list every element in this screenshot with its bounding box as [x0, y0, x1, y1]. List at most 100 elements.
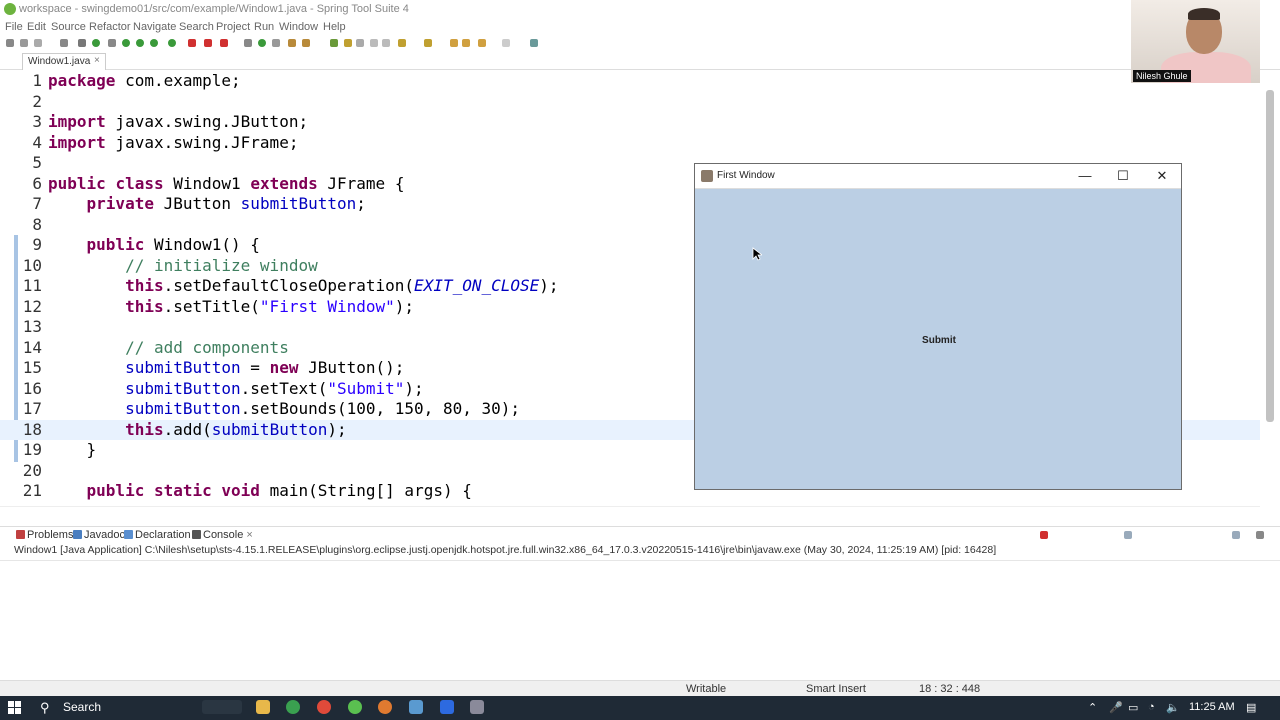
microphone-icon[interactable]: 🎤 [1109, 701, 1123, 714]
display-console-icon[interactable] [1232, 531, 1240, 539]
line-number: 1 [32, 71, 42, 90]
line-number: 2 [32, 91, 42, 111]
console-output[interactable] [0, 560, 1280, 679]
code-text: submitButton.setBounds(100, 150, 80, 30)… [125, 399, 521, 418]
line-number: 19 [22, 440, 42, 459]
relaunch-icon[interactable] [122, 39, 130, 47]
code-line[interactable]: 1 package com.example; [0, 71, 1260, 91]
tab-declaration[interactable]: Declaration [124, 529, 191, 541]
terminate-icon[interactable] [220, 39, 228, 47]
menu-help[interactable]: Help [323, 21, 346, 33]
print-icon[interactable] [60, 39, 68, 47]
clock[interactable]: 11:25 AM [1189, 701, 1235, 713]
coverage-icon[interactable] [168, 39, 176, 47]
code-line[interactable]: 3 import javax.swing.JButton; [0, 112, 1260, 132]
volume-icon[interactable]: 🔈 [1166, 701, 1180, 714]
tab-console[interactable]: Console × [192, 529, 253, 541]
line-number: 8 [32, 214, 42, 234]
widget-icon[interactable] [202, 700, 242, 714]
wifi-icon[interactable]: ◔ [1148, 701, 1155, 713]
console-icon [192, 530, 201, 539]
new-icon[interactable] [6, 39, 14, 47]
prev-annotation-icon[interactable] [424, 39, 432, 47]
scroll-thumb[interactable] [1266, 90, 1274, 422]
file-explorer-icon[interactable] [256, 700, 270, 714]
close-icon[interactable]: × [94, 55, 100, 66]
minimize-panel-icon[interactable] [1256, 531, 1264, 539]
declaration-icon [124, 530, 133, 539]
windows-start-icon[interactable] [8, 701, 22, 715]
toggle-mark-icon[interactable] [356, 39, 364, 47]
close-icon[interactable]: × [246, 529, 252, 541]
zoom-icon[interactable] [440, 700, 454, 714]
menu-search[interactable]: Search [179, 21, 214, 33]
maximize-icon[interactable]: ☐ [1111, 168, 1135, 184]
battery-icon[interactable]: ▭ [1128, 701, 1138, 714]
editor-vertical-scrollbar[interactable] [1260, 70, 1280, 506]
debug-icon[interactable] [136, 39, 144, 47]
menu-edit[interactable]: Edit [27, 21, 46, 33]
show-whitespace-icon[interactable] [370, 39, 378, 47]
new-spring-icon[interactable] [258, 39, 266, 47]
notepad-icon[interactable] [409, 700, 423, 714]
menu-window[interactable]: Window [279, 21, 318, 33]
menu-refactor[interactable]: Refactor [89, 21, 131, 33]
line-number: 10 [22, 255, 42, 275]
boot-dashboard-icon[interactable] [92, 39, 100, 47]
new-class-icon[interactable] [272, 39, 280, 47]
code-text: } [48, 440, 97, 459]
open-type-icon[interactable] [288, 39, 296, 47]
app-green-icon[interactable] [348, 700, 362, 714]
terminal-icon[interactable] [78, 39, 86, 47]
menu-source[interactable]: Source [51, 21, 86, 33]
skip-breakpoints-icon[interactable] [108, 39, 116, 47]
tab-problems[interactable]: Problems [16, 529, 73, 541]
new-project-icon[interactable] [244, 39, 252, 47]
line-number: 11 [22, 276, 42, 295]
menu-navigate[interactable]: Navigate [133, 21, 176, 33]
editor-horizontal-scrollbar[interactable] [0, 506, 1260, 521]
search-tool-icon[interactable] [330, 39, 338, 47]
stop-all-icon[interactable] [204, 39, 212, 47]
terminate-console-icon[interactable] [1040, 531, 1048, 539]
window-close-icon[interactable]: ✕ [1150, 168, 1174, 184]
stop-icon[interactable] [188, 39, 196, 47]
save-all-icon[interactable] [34, 39, 42, 47]
search-icon[interactable]: ⚲ [40, 700, 50, 716]
line-number: 7 [32, 194, 42, 213]
annotation-icon[interactable] [344, 39, 352, 47]
last-edit-icon[interactable] [450, 39, 458, 47]
tab-javadoc[interactable]: Javadoc [73, 529, 125, 541]
spring-tool-icon[interactable] [286, 700, 300, 714]
block-selection-icon[interactable] [382, 39, 390, 47]
save-icon[interactable] [20, 39, 28, 47]
tab-window1-java[interactable]: Window1.java × [22, 53, 106, 70]
forward-icon[interactable] [478, 39, 486, 47]
submit-button[interactable]: Submit [918, 333, 960, 347]
run-icon[interactable] [150, 39, 158, 47]
menu-project[interactable]: Project [216, 21, 250, 33]
firefox-icon[interactable] [378, 700, 392, 714]
perspective-icon[interactable] [530, 39, 538, 47]
editor-tab-label: Window1.java [28, 56, 91, 67]
code-line[interactable]: 2 [0, 92, 1260, 112]
java-app-icon [701, 170, 713, 182]
menu-run[interactable]: Run [254, 21, 274, 33]
minimize-icon[interactable]: — [1073, 168, 1097, 184]
pin-icon[interactable] [502, 39, 510, 47]
bottom-panel-tabs: Problems Javadoc Declaration Console × [0, 526, 1280, 543]
taskbar-search[interactable]: Search [63, 700, 101, 714]
line-number: 15 [22, 358, 42, 377]
menu-file[interactable]: File [5, 21, 23, 33]
java-window-icon[interactable] [470, 700, 484, 714]
chrome-icon[interactable] [317, 700, 331, 714]
first-window: First Window — ☐ ✕ Submit [694, 163, 1182, 490]
notifications-icon[interactable]: ▤ [1246, 701, 1256, 714]
next-annotation-icon[interactable] [398, 39, 406, 47]
scroll-lock-icon[interactable] [1124, 531, 1132, 539]
first-window-title-bar[interactable]: First Window — ☐ ✕ [695, 164, 1181, 189]
code-line[interactable]: 4 import javax.swing.JFrame; [0, 133, 1260, 153]
tray-chevron-icon[interactable]: ⌃ [1088, 701, 1097, 714]
back-icon[interactable] [462, 39, 470, 47]
open-task-icon[interactable] [302, 39, 310, 47]
